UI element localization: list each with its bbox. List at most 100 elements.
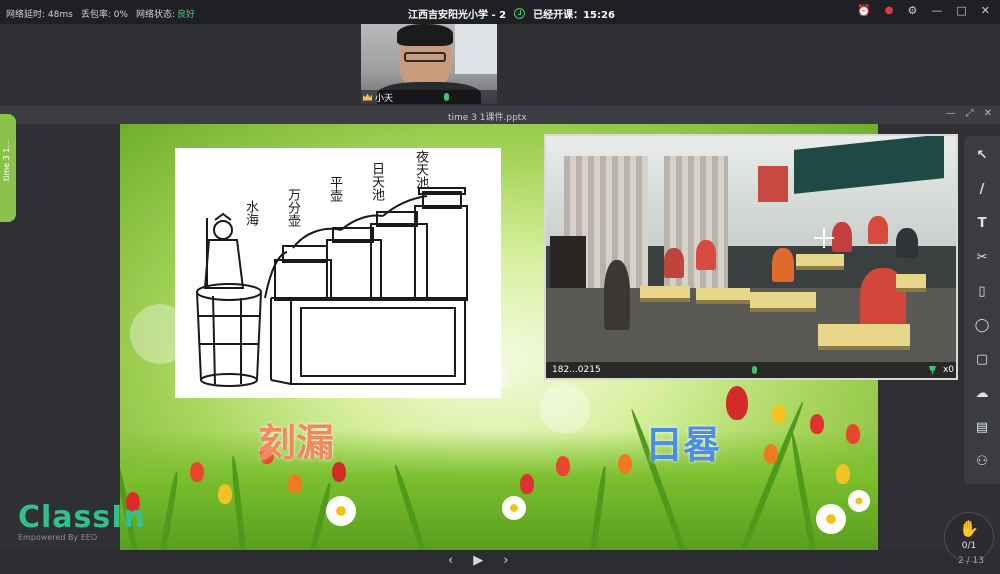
- teacher-glasses: [404, 52, 446, 62]
- network-stats: 网络延时: 48ms 丢包率: 0% 网络状态: 良好: [6, 7, 195, 20]
- doc-fullscreen-icon[interactable]: ⤢: [966, 108, 974, 119]
- alarm-icon[interactable]: ⏰: [857, 5, 871, 17]
- bottom-bar: ‹ ▶ ›: [0, 550, 1000, 574]
- daisy: [816, 504, 846, 534]
- maximize-icon[interactable]: □: [956, 5, 966, 17]
- document-filename: time 3 1课件.pptx: [448, 113, 527, 123]
- yellow-tulip: [218, 484, 232, 504]
- curtain: [664, 156, 728, 306]
- prev-slide-icon[interactable]: ‹: [448, 553, 453, 568]
- red-tulip: [810, 414, 824, 434]
- page-count: 2 / 13: [958, 556, 984, 566]
- doc-close-icon[interactable]: ✕: [984, 108, 992, 119]
- network-status-value: 良好: [177, 10, 196, 20]
- classin-logo: ClassIn Empowered By EEO: [18, 500, 146, 542]
- settings-icon[interactable]: ⚙: [908, 5, 918, 17]
- class-timer: 已经开课：15:26: [533, 10, 615, 21]
- teacher-hair: [397, 24, 453, 46]
- classroom-video[interactable]: 182...0215 x0: [544, 134, 958, 380]
- video-window: [455, 24, 497, 74]
- toolbox-icon[interactable]: ▤: [971, 416, 993, 438]
- classroom-video-footer: 182...0215 x0: [546, 362, 956, 378]
- play-icon[interactable]: ▶: [473, 553, 483, 568]
- record-icon[interactable]: ●: [885, 5, 894, 17]
- packet-loss-text: 丢包率: 0%: [80, 10, 128, 20]
- device-id: 182...0215: [552, 365, 601, 375]
- network-status-label: 网络状态:: [135, 10, 176, 20]
- cursor-icon[interactable]: ↖: [971, 144, 993, 166]
- desk: [796, 254, 844, 270]
- teacher-nameplate: 小天: [361, 90, 497, 104]
- crown-icon: [363, 93, 372, 101]
- student: [896, 228, 918, 258]
- trophy-icon[interactable]: [929, 366, 936, 374]
- move-icon[interactable]: [814, 228, 834, 248]
- status-bar: 网络延时: 48ms 丢包率: 0% 网络状态: 良好 江西吉安阳光小学 - 2…: [0, 0, 1000, 24]
- student: [868, 216, 888, 244]
- student: [832, 222, 852, 252]
- doc-minimize-icon[interactable]: —: [946, 108, 956, 119]
- users-icon[interactable]: ⚇: [971, 450, 993, 472]
- next-slide-icon[interactable]: ›: [503, 553, 508, 568]
- desk: [818, 324, 910, 350]
- class-title: 江西吉安阳光小学 - 2: [408, 10, 507, 21]
- red-tulip: [556, 456, 570, 476]
- student: [732, 254, 754, 288]
- drawing-label-water-sea: 水海: [243, 200, 258, 226]
- daisy: [502, 496, 526, 520]
- raise-hand-button[interactable]: ✋ 0/1: [944, 512, 994, 562]
- desk: [896, 274, 926, 292]
- desk: [750, 292, 816, 312]
- mic-icon[interactable]: [752, 366, 757, 374]
- video-strip: 小天: [0, 24, 1000, 106]
- drawing-label-wanfen-hu: 万分壶: [285, 188, 300, 227]
- document-controls: — ⤢ ✕: [946, 108, 992, 119]
- classin-window: 网络延时: 48ms 丢包率: 0% 网络状态: 良好 江西吉安阳光小学 - 2…: [0, 0, 1000, 574]
- student: [696, 240, 716, 270]
- hand-count: 0/1: [961, 541, 977, 551]
- clock-icon: [514, 8, 526, 19]
- orange-tulip: [764, 444, 778, 464]
- text-icon[interactable]: T: [971, 212, 993, 234]
- hand-icon: ✋: [959, 519, 979, 538]
- wall-poster: [758, 166, 788, 202]
- document-titlebar: time 3 1课件.pptx — ⤢ ✕: [0, 106, 1000, 124]
- scissors-icon[interactable]: ✂: [971, 246, 993, 268]
- drawing-label-yetian-chi: 夜天池: [413, 150, 428, 189]
- student: [604, 260, 630, 330]
- minimize-icon[interactable]: —: [931, 5, 942, 17]
- red-tulip: [846, 424, 860, 444]
- logo-text: ClassIn: [18, 500, 146, 535]
- slide-pager: ‹ ▶ ›: [448, 553, 508, 568]
- orange-tulip: [288, 474, 302, 494]
- teacher-video[interactable]: 小天: [361, 24, 497, 104]
- daisy: [326, 496, 356, 526]
- shape-icon[interactable]: ◯: [971, 314, 993, 336]
- side-tab-label: time 3 1...: [2, 140, 11, 181]
- student: [664, 248, 684, 278]
- latency-text: 网络延时: 48ms: [6, 10, 73, 20]
- bokeh-light: [540, 384, 590, 434]
- drawing-label-ping-hu: 平壶: [327, 176, 342, 202]
- mic-icon[interactable]: [444, 93, 450, 101]
- yellow-tulip: [836, 464, 850, 484]
- red-tulip: [726, 386, 748, 420]
- chat-icon[interactable]: ▢: [971, 348, 993, 370]
- slide-label-sundial: 日晷: [645, 423, 722, 467]
- daisy: [848, 490, 870, 512]
- student: [772, 248, 794, 282]
- red-tulip: [190, 462, 204, 482]
- red-tulip: [332, 462, 346, 482]
- trash-icon[interactable]: ▯: [971, 280, 993, 302]
- orange-tulip: [618, 454, 632, 474]
- document-side-tab[interactable]: time 3 1...: [0, 114, 16, 222]
- yellow-tulip: [772, 404, 786, 424]
- cloud-icon[interactable]: ☁: [971, 382, 993, 404]
- red-tulip: [520, 474, 534, 494]
- close-icon[interactable]: ✕: [981, 5, 990, 17]
- slide-label-water-clock: 刻漏: [258, 421, 335, 465]
- water-clock-illustration: 水海 万分壶 平壶 日天池 夜天池: [175, 148, 501, 398]
- trophy-count: x0: [942, 365, 954, 375]
- pen-icon[interactable]: /: [971, 178, 993, 200]
- teacher-name: 小天: [375, 93, 394, 104]
